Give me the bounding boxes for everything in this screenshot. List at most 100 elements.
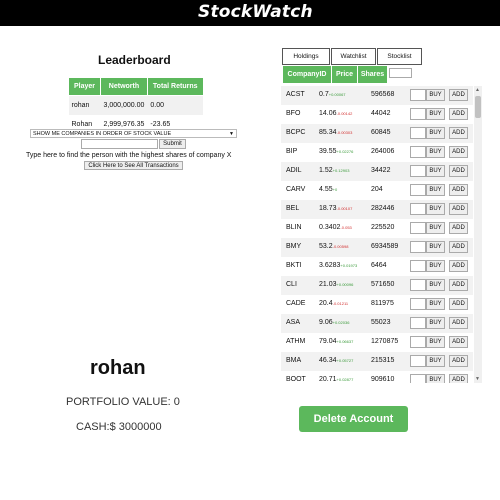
buy-button[interactable]: BUY bbox=[426, 241, 445, 253]
quantity-input[interactable] bbox=[410, 203, 426, 215]
add-to-watchlist-button[interactable]: ADD bbox=[449, 203, 468, 215]
sort-order-select[interactable]: SHOW ME COMPANIES IN ORDER OF STOCK VALU… bbox=[30, 129, 237, 138]
buy-button[interactable]: BUY bbox=[426, 298, 445, 310]
submit-button[interactable]: Submit bbox=[159, 139, 186, 149]
buy-button[interactable]: BUY bbox=[426, 374, 445, 383]
company-id: BOOT bbox=[286, 376, 306, 383]
add-to-watchlist-button[interactable]: ADD bbox=[449, 298, 468, 310]
user-name: rohan bbox=[90, 357, 146, 379]
scroll-up-icon[interactable]: ▲ bbox=[475, 87, 480, 93]
buy-button[interactable]: BUY bbox=[426, 222, 445, 234]
add-to-watchlist-button[interactable]: ADD bbox=[449, 127, 468, 139]
price-value: 85.34 bbox=[319, 129, 337, 136]
quantity-input[interactable] bbox=[410, 89, 426, 101]
stock-row: BCPC 85.34-0.00303 60845 BUY ADD bbox=[281, 124, 473, 143]
cash-balance: CASH:$ 3000000 bbox=[76, 421, 162, 433]
add-to-watchlist-button[interactable]: ADD bbox=[449, 374, 468, 383]
add-to-watchlist-button[interactable]: ADD bbox=[449, 108, 468, 120]
price-change: -0.00142 bbox=[336, 111, 353, 116]
stock-price: 20.4-0.01211 bbox=[319, 300, 348, 307]
price-value: 3.6283 bbox=[319, 262, 341, 269]
buy-button[interactable]: BUY bbox=[426, 146, 445, 158]
company-search-input[interactable] bbox=[81, 139, 158, 149]
buy-button[interactable]: BUY bbox=[426, 108, 445, 120]
search-instructions: Type here to find the person with the hi… bbox=[26, 152, 232, 159]
company-id: ASA bbox=[286, 319, 301, 326]
quantity-input[interactable] bbox=[410, 222, 426, 234]
buy-button[interactable]: BUY bbox=[426, 127, 445, 139]
quantity-input[interactable] bbox=[410, 374, 426, 383]
add-to-watchlist-button[interactable]: ADD bbox=[449, 336, 468, 348]
add-to-watchlist-button[interactable]: ADD bbox=[449, 89, 468, 101]
top-nav-bar: StockWatch bbox=[0, 0, 500, 26]
add-to-watchlist-button[interactable]: ADD bbox=[449, 317, 468, 329]
quantity-input[interactable] bbox=[410, 184, 426, 196]
tab-holdings[interactable]: Holdings bbox=[282, 48, 330, 65]
stock-price: 0.3402-0.053 bbox=[319, 224, 352, 231]
tab-stocklist[interactable]: Stocklist bbox=[377, 48, 422, 65]
add-to-watchlist-button[interactable]: ADD bbox=[449, 355, 468, 367]
buy-button[interactable]: BUY bbox=[426, 184, 445, 196]
quantity-input[interactable] bbox=[410, 336, 426, 348]
quantity-input[interactable] bbox=[410, 298, 426, 310]
add-to-watchlist-button[interactable]: ADD bbox=[449, 165, 468, 177]
price-value: 21.03 bbox=[319, 281, 337, 288]
price-value: 46.34 bbox=[319, 357, 337, 364]
sort-by-price-button[interactable]: Price bbox=[332, 66, 358, 83]
buy-button[interactable]: BUY bbox=[426, 165, 445, 177]
quantity-input[interactable] bbox=[410, 355, 426, 367]
player-networth: 3,000,000.00 bbox=[100, 95, 148, 115]
stock-row: ATHM 79.04+0.06637 1270875 BUY ADD bbox=[281, 333, 473, 352]
sort-by-shares-button[interactable]: Shares bbox=[358, 66, 388, 83]
stock-row: BOOT 20.71+0.02877 909610 BUY ADD bbox=[281, 371, 473, 383]
scroll-down-icon[interactable]: ▼ bbox=[475, 376, 480, 382]
quantity-input[interactable] bbox=[410, 127, 426, 139]
delete-account-button[interactable]: Delete Account bbox=[299, 406, 408, 432]
sort-by-company-button[interactable]: CompanyID bbox=[283, 66, 332, 83]
price-value: 0.7 bbox=[319, 91, 329, 98]
company-id: BIP bbox=[286, 148, 298, 155]
quantity-input[interactable] bbox=[410, 241, 426, 253]
buy-button[interactable]: BUY bbox=[426, 355, 445, 367]
add-to-watchlist-button[interactable]: ADD bbox=[449, 184, 468, 196]
company-id: ACST bbox=[286, 91, 305, 98]
quantity-input[interactable] bbox=[410, 108, 426, 120]
quantity-input[interactable] bbox=[410, 279, 426, 291]
stock-row: ASA 9.06+0.02036 55023 BUY ADD bbox=[281, 314, 473, 333]
buy-button[interactable]: BUY bbox=[426, 260, 445, 272]
company-id: BCPC bbox=[286, 129, 306, 136]
all-transactions-button[interactable]: Click Here to See All Transactions bbox=[84, 161, 183, 170]
price-value: 79.04 bbox=[319, 338, 337, 345]
buy-button[interactable]: BUY bbox=[426, 336, 445, 348]
buy-button[interactable]: BUY bbox=[426, 203, 445, 215]
leaderboard-title: Leaderboard bbox=[98, 53, 171, 67]
buy-button[interactable]: BUY bbox=[426, 317, 445, 329]
stock-row: ADIL 1.52+0.12903 34422 BUY ADD bbox=[281, 162, 473, 181]
filter-input[interactable] bbox=[389, 68, 412, 78]
price-change: +0.05727 bbox=[336, 358, 354, 363]
quantity-input[interactable] bbox=[410, 260, 426, 272]
quantity-input[interactable] bbox=[410, 317, 426, 329]
tab-watchlist[interactable]: Watchlist bbox=[331, 48, 376, 65]
stock-list: ACST 0.7+0.00067 596568 BUY ADD BFO 14.06-0.00… bbox=[281, 86, 483, 383]
stock-price: 20.71+0.02877 bbox=[319, 376, 353, 383]
share-count: 571650 bbox=[371, 281, 395, 288]
quantity-input[interactable] bbox=[410, 165, 426, 177]
stock-row: BIP 39.55+0.02276 264006 BUY ADD bbox=[281, 143, 473, 162]
price-value: 39.55 bbox=[319, 148, 337, 155]
quantity-input[interactable] bbox=[410, 146, 426, 158]
price-change: +0.06637 bbox=[336, 339, 354, 344]
add-to-watchlist-button[interactable]: ADD bbox=[449, 260, 468, 272]
stock-list-scrollbar[interactable]: ▲ ▼ bbox=[474, 86, 482, 383]
company-id: BMY bbox=[286, 243, 302, 250]
scrollbar-thumb[interactable] bbox=[475, 96, 481, 118]
price-value: 18.73 bbox=[319, 205, 337, 212]
add-to-watchlist-button[interactable]: ADD bbox=[449, 279, 468, 291]
add-to-watchlist-button[interactable]: ADD bbox=[449, 222, 468, 234]
buy-button[interactable]: BUY bbox=[426, 89, 445, 101]
add-to-watchlist-button[interactable]: ADD bbox=[449, 146, 468, 158]
stock-price: 14.06-0.00142 bbox=[319, 110, 352, 117]
add-to-watchlist-button[interactable]: ADD bbox=[449, 241, 468, 253]
buy-button[interactable]: BUY bbox=[426, 279, 445, 291]
stock-price: 39.55+0.02276 bbox=[319, 148, 353, 155]
